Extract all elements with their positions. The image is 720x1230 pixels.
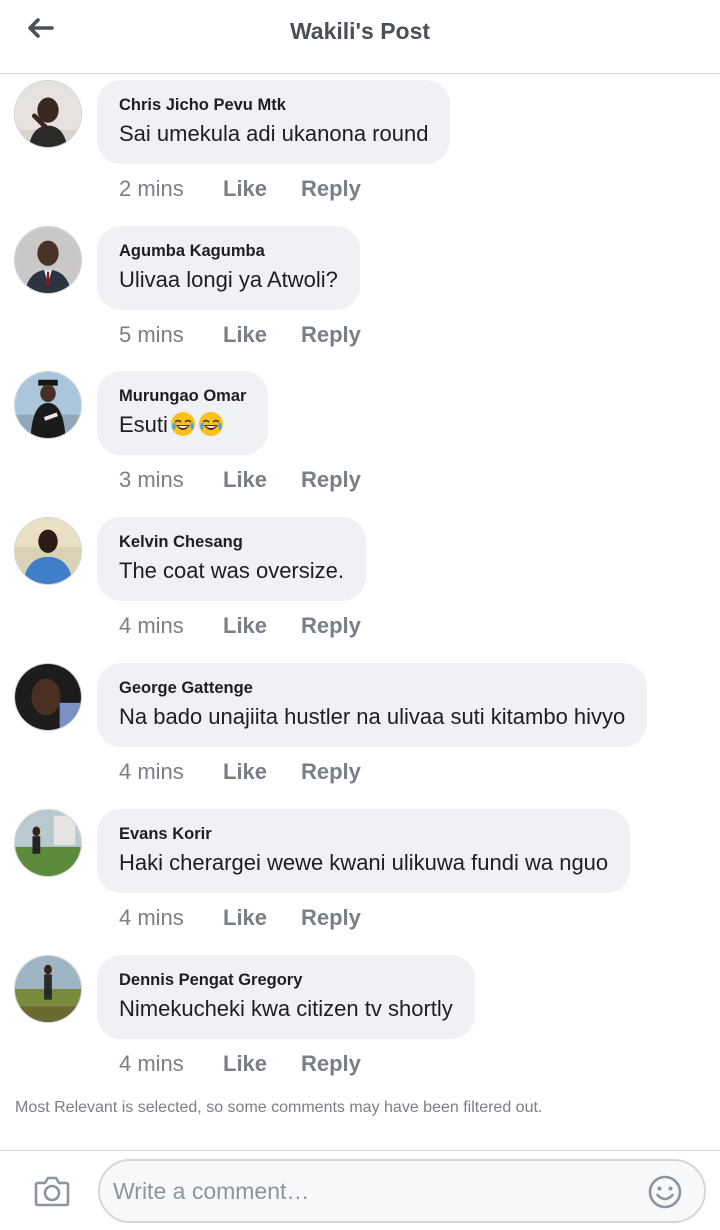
comment-text: Sai umekula adi ukanona round xyxy=(119,121,429,146)
face-with-tears-of-joy-icon xyxy=(198,412,223,436)
comment-timestamp: 4 mins xyxy=(119,1051,184,1076)
comment-author[interactable]: Murungao Omar xyxy=(119,385,246,407)
reply-button[interactable]: Reply xyxy=(301,905,361,931)
profile-photo xyxy=(15,956,81,1022)
comment-item: Murungao Omar Esuti 3 mins Like Reply xyxy=(0,365,720,511)
comment-actions: 4 mins Like Reply xyxy=(119,757,361,787)
avatar[interactable] xyxy=(14,371,82,439)
comment-author[interactable]: Dennis Pengat Gregory xyxy=(119,969,453,991)
comment-text: Esuti xyxy=(119,409,246,441)
comment-text: Haki cherargei wewe kwani ulikuwa fundi … xyxy=(119,850,609,875)
comment-item: Evans Korir Haki cherargei wewe kwani ul… xyxy=(0,803,720,949)
like-button[interactable]: Like xyxy=(223,905,301,931)
reply-button[interactable]: Reply xyxy=(301,322,361,348)
reply-button[interactable]: Reply xyxy=(301,613,361,639)
comment-actions: 4 mins Like Reply xyxy=(119,1049,361,1079)
profile-photo xyxy=(15,227,81,293)
comment-composer xyxy=(0,1150,720,1230)
profile-photo xyxy=(15,518,81,584)
emoji-button[interactable] xyxy=(647,1174,683,1210)
like-button[interactable]: Like xyxy=(223,1051,301,1077)
comment-actions: 4 mins Like Reply xyxy=(119,611,361,641)
comment-text: Na bado unajiita hustler na ulivaa suti … xyxy=(119,704,626,729)
avatar[interactable] xyxy=(14,80,82,148)
comment-item: Kelvin Chesang The coat was oversize. 4 … xyxy=(0,511,720,657)
comment-author[interactable]: Kelvin Chesang xyxy=(119,531,344,553)
smiley-icon xyxy=(648,1175,682,1209)
comment-timestamp: 4 mins xyxy=(119,613,184,638)
comment-bubble[interactable]: Kelvin Chesang The coat was oversize. xyxy=(97,517,366,601)
comment-item: Dennis Pengat Gregory Nimekucheki kwa ci… xyxy=(0,949,720,1095)
comment-text: The coat was oversize. xyxy=(119,558,344,583)
comment-author[interactable]: George Gattenge xyxy=(119,677,625,699)
comment-item: George Gattenge Na bado unajiita hustler… xyxy=(0,657,720,803)
comment-input[interactable] xyxy=(98,1159,706,1223)
avatar[interactable] xyxy=(14,517,82,585)
camera-button[interactable] xyxy=(32,1171,72,1211)
comment-timestamp: 2 mins xyxy=(119,176,184,201)
like-button[interactable]: Like xyxy=(223,176,301,202)
camera-icon xyxy=(34,1176,70,1207)
comment-author[interactable]: Evans Korir xyxy=(119,823,608,845)
comment-bubble[interactable]: Murungao Omar Esuti xyxy=(97,371,269,455)
reply-button[interactable]: Reply xyxy=(301,467,361,493)
comment-bubble[interactable]: Chris Jicho Pevu Mtk Sai umekula adi uka… xyxy=(97,80,451,164)
reply-button[interactable]: Reply xyxy=(301,1051,361,1077)
face-with-tears-of-joy-icon xyxy=(170,412,195,436)
profile-photo xyxy=(15,810,81,876)
comment-text: Nimekucheki kwa citizen tv shortly xyxy=(119,996,453,1021)
like-button[interactable]: Like xyxy=(223,613,301,639)
comment-bubble[interactable]: George Gattenge Na bado unajiita hustler… xyxy=(97,663,648,747)
comment-timestamp: 3 mins xyxy=(119,467,184,492)
avatar[interactable] xyxy=(14,955,82,1023)
like-button[interactable]: Like xyxy=(223,322,301,348)
page-title: Wakili's Post xyxy=(289,18,431,44)
comment-actions: 2 mins Like Reply xyxy=(119,174,361,204)
comment-timestamp: 5 mins xyxy=(119,322,184,347)
comment-author[interactable]: Agumba Kagumba xyxy=(119,240,338,262)
profile-photo xyxy=(15,81,81,147)
profile-photo xyxy=(15,372,81,438)
comment-text-content: Esuti xyxy=(119,412,168,437)
comment-timestamp: 4 mins xyxy=(119,759,184,784)
avatar[interactable] xyxy=(14,809,82,877)
comment-item: Chris Jicho Pevu Mtk Sai umekula adi uka… xyxy=(0,74,720,220)
comment-text: Ulivaa longi ya Atwoli? xyxy=(119,267,338,292)
comment-timestamp: 4 mins xyxy=(119,905,184,930)
top-bar: Wakili's Post xyxy=(0,0,720,74)
reply-button[interactable]: Reply xyxy=(301,759,361,785)
avatar[interactable] xyxy=(14,663,82,731)
profile-photo xyxy=(15,664,81,730)
comment-item: Agumba Kagumba Ulivaa longi ya Atwoli? 5… xyxy=(0,220,720,366)
avatar[interactable] xyxy=(14,226,82,294)
comment-actions: 3 mins Like Reply xyxy=(119,465,361,495)
comment-actions: 5 mins Like Reply xyxy=(119,320,361,350)
comment-bubble[interactable]: Agumba Kagumba Ulivaa longi ya Atwoli? xyxy=(97,226,360,310)
comment-bubble[interactable]: Dennis Pengat Gregory Nimekucheki kwa ci… xyxy=(97,955,475,1039)
comment-author[interactable]: Chris Jicho Pevu Mtk xyxy=(119,94,428,116)
filter-notice: Most Relevant is selected, so some comme… xyxy=(15,1099,543,1116)
reply-button[interactable]: Reply xyxy=(301,176,361,202)
comment-actions: 4 mins Like Reply xyxy=(119,903,361,933)
like-button[interactable]: Like xyxy=(223,759,301,785)
comment-bubble[interactable]: Evans Korir Haki cherargei wewe kwani ul… xyxy=(97,809,631,893)
like-button[interactable]: Like xyxy=(223,467,301,493)
